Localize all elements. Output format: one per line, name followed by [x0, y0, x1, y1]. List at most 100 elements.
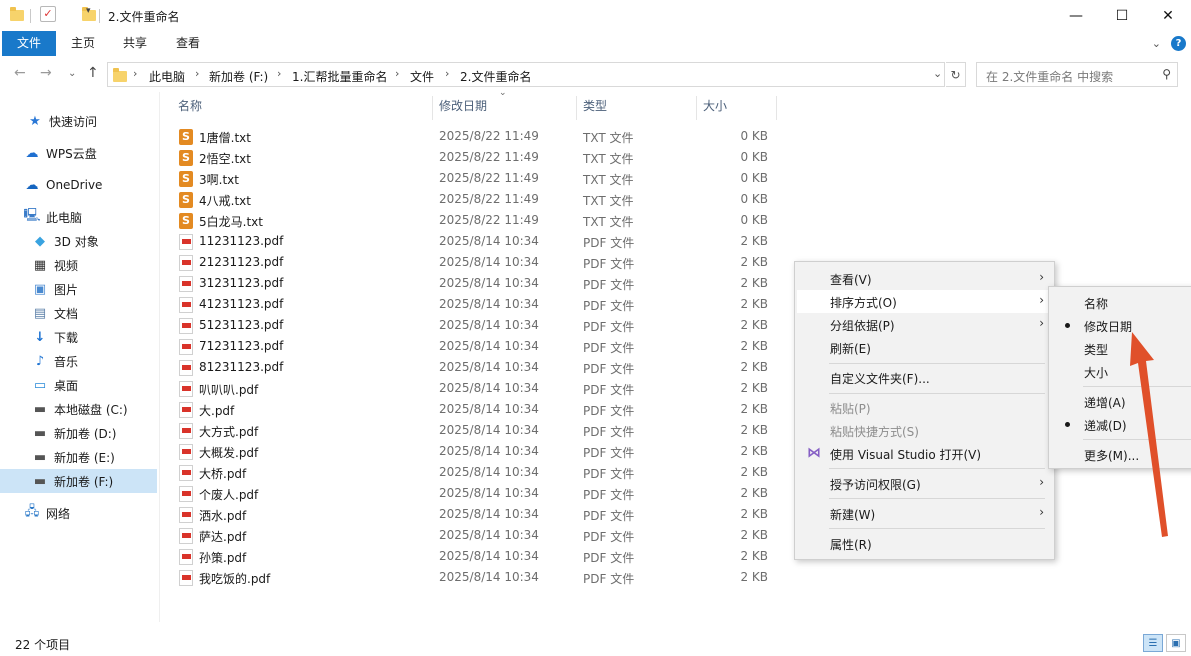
file-row[interactable]: 叭叭叭.pdf 2025/8/14 10:34 PDF 文件 2 KB: [170, 378, 780, 399]
nav-drive-f[interactable]: ▬ 新加卷 (F:): [0, 469, 157, 493]
menu-item-paste[interactable]: 粘贴(P): [797, 396, 1052, 419]
nav-drive-c[interactable]: ▬ 本地磁盘 (C:): [0, 397, 157, 421]
file-row[interactable]: 大概发.pdf 2025/8/14 10:34 PDF 文件 2 KB: [170, 441, 780, 462]
nav-pictures[interactable]: ▣ 图片: [0, 277, 157, 301]
file-type: TXT 文件: [583, 173, 634, 187]
nav-music[interactable]: ♪ 音乐: [0, 349, 157, 373]
nav-wps-cloud[interactable]: ☁ WPS云盘: [0, 141, 157, 165]
file-size: 2 KB: [740, 234, 768, 248]
file-date: 2025/8/14 10:34: [439, 507, 539, 521]
chevron-right-icon[interactable]: ›: [395, 67, 399, 80]
file-row[interactable]: S 4八戒.txt 2025/8/22 11:49 TXT 文件 0 KB: [170, 189, 780, 210]
back-arrow-icon[interactable]: ←: [14, 65, 26, 81]
column-header-name[interactable]: 名称: [178, 96, 202, 120]
file-row[interactable]: 81231123.pdf 2025/8/14 10:34 PDF 文件 2 KB: [170, 357, 780, 378]
pane-divider[interactable]: [159, 92, 160, 622]
refresh-icon[interactable]: ↻: [946, 62, 966, 87]
chevron-right-icon: ›: [1039, 316, 1044, 330]
chevron-right-icon[interactable]: ›: [195, 67, 199, 80]
file-row[interactable]: 个废人.pdf 2025/8/14 10:34 PDF 文件 2 KB: [170, 483, 780, 504]
expand-ribbon-icon[interactable]: ⌄: [1152, 37, 1161, 50]
chevron-right-icon[interactable]: ›: [445, 67, 449, 80]
file-type: PDF 文件: [583, 362, 635, 376]
file-row[interactable]: S 3啊.txt 2025/8/22 11:49 TXT 文件 0 KB: [170, 168, 780, 189]
nav-documents[interactable]: ▤ 文档: [0, 301, 157, 325]
help-button[interactable]: ?: [1171, 36, 1186, 51]
breadcrumb-current[interactable]: 2.文件重命名: [460, 68, 531, 85]
file-row[interactable]: 孙策.pdf 2025/8/14 10:34 PDF 文件 2 KB: [170, 546, 780, 567]
column-divider[interactable]: [576, 96, 577, 120]
file-row[interactable]: 31231123.pdf 2025/8/14 10:34 PDF 文件 2 KB: [170, 273, 780, 294]
nav-downloads[interactable]: ↓ 下载: [0, 325, 157, 349]
nav-drive-e[interactable]: ▬ 新加卷 (E:): [0, 445, 157, 469]
search-box[interactable]: 在 2.文件重命名 中搜索 ⚲: [976, 62, 1178, 87]
breadcrumb-drive-f[interactable]: 新加卷 (F:): [209, 68, 268, 85]
chevron-down-icon[interactable]: ⌄: [933, 67, 942, 80]
menu-item-customize-folder[interactable]: 自定义文件夹(F)...: [797, 366, 1052, 389]
pdf-file-icon: [179, 528, 193, 544]
sort-by-name[interactable]: 名称: [1051, 291, 1191, 314]
file-row[interactable]: 51231123.pdf 2025/8/14 10:34 PDF 文件 2 KB: [170, 315, 780, 336]
tab-share[interactable]: 共享: [112, 31, 158, 56]
nav-videos[interactable]: ▦ 视频: [0, 253, 157, 277]
nav-drive-d[interactable]: ▬ 新加卷 (D:): [0, 421, 157, 445]
menu-item-open-visual-studio[interactable]: ⋈ 使用 Visual Studio 打开(V): [797, 442, 1052, 465]
menu-item-view[interactable]: 查看(V) ›: [797, 267, 1052, 290]
menu-item-properties[interactable]: 属性(R): [797, 532, 1052, 555]
properties-check-icon[interactable]: ✓: [40, 6, 56, 22]
tab-home[interactable]: 主页: [60, 31, 106, 56]
file-size: 2 KB: [740, 528, 768, 542]
chevron-right-icon[interactable]: ›: [133, 67, 137, 80]
nav-quick-access[interactable]: ★ 快速访问: [0, 109, 157, 133]
pdf-file-icon: [179, 423, 193, 439]
minimize-button[interactable]: —: [1053, 0, 1099, 31]
menu-item-paste-shortcut[interactable]: 粘贴快捷方式(S): [797, 419, 1052, 442]
nav-this-pc[interactable]: 🖳 此电脑: [0, 205, 157, 229]
nav-onedrive[interactable]: ☁ OneDrive: [0, 173, 157, 197]
column-divider[interactable]: [696, 96, 697, 120]
nav-desktop[interactable]: ▭ 桌面: [0, 373, 157, 397]
details-view-icon[interactable]: ☰: [1143, 634, 1163, 652]
file-row[interactable]: 大桥.pdf 2025/8/14 10:34 PDF 文件 2 KB: [170, 462, 780, 483]
file-row[interactable]: S 1唐僧.txt 2025/8/22 11:49 TXT 文件 0 KB: [170, 126, 780, 147]
item-count: 22 个项目: [15, 638, 71, 652]
maximize-button[interactable]: ☐: [1099, 0, 1145, 31]
column-header-date[interactable]: 修改日期: [439, 96, 487, 120]
chevron-right-icon[interactable]: ›: [277, 67, 281, 80]
address-bar[interactable]: › 此电脑 › 新加卷 (F:) › 1.汇帮批量重命名 › 文件 › 2.文件…: [107, 62, 945, 87]
menu-item-grant-access[interactable]: 授予访问权限(G) ›: [797, 472, 1052, 495]
tab-view[interactable]: 查看: [165, 31, 211, 56]
menu-item-refresh[interactable]: 刷新(E): [797, 336, 1052, 359]
file-row[interactable]: 41231123.pdf 2025/8/14 10:34 PDF 文件 2 KB: [170, 294, 780, 315]
column-header-size[interactable]: 大小: [703, 96, 727, 120]
file-row[interactable]: 大方式.pdf 2025/8/14 10:34 PDF 文件 2 KB: [170, 420, 780, 441]
breadcrumb-this-pc[interactable]: 此电脑: [149, 68, 185, 85]
menu-item-group-by[interactable]: 分组依据(P) ›: [797, 313, 1052, 336]
large-icons-view-icon[interactable]: ▣: [1166, 634, 1186, 652]
close-button[interactable]: ✕: [1145, 0, 1191, 31]
file-row[interactable]: S 2悟空.txt 2025/8/22 11:49 TXT 文件 0 KB: [170, 147, 780, 168]
selected-bullet-icon: [1065, 323, 1070, 328]
menu-item-sort-by[interactable]: 排序方式(O) ›: [797, 290, 1052, 313]
nav-3d-objects[interactable]: ◆ 3D 对象: [0, 229, 157, 253]
customize-quick-access-icon[interactable]: ▾: [86, 6, 91, 24]
file-row[interactable]: 11231123.pdf 2025/8/14 10:34 PDF 文件 2 KB: [170, 231, 780, 252]
column-header-type[interactable]: 类型: [583, 96, 607, 120]
file-row[interactable]: 洒水.pdf 2025/8/14 10:34 PDF 文件 2 KB: [170, 504, 780, 525]
breadcrumb-files[interactable]: 文件: [410, 68, 434, 85]
forward-arrow-icon[interactable]: →: [40, 65, 52, 81]
file-row[interactable]: 我吃饭的.pdf 2025/8/14 10:34 PDF 文件 2 KB: [170, 567, 780, 588]
column-divider[interactable]: [776, 96, 777, 120]
file-row[interactable]: 大.pdf 2025/8/14 10:34 PDF 文件 2 KB: [170, 399, 780, 420]
menu-item-new[interactable]: 新建(W) ›: [797, 502, 1052, 525]
nav-network[interactable]: 🖧 网络: [0, 501, 157, 525]
column-divider[interactable]: [432, 96, 433, 120]
up-arrow-icon[interactable]: ↑: [87, 65, 99, 81]
file-row[interactable]: 71231123.pdf 2025/8/14 10:34 PDF 文件 2 KB: [170, 336, 780, 357]
file-row[interactable]: 21231123.pdf 2025/8/14 10:34 PDF 文件 2 KB: [170, 252, 780, 273]
recent-locations-icon[interactable]: ⌄: [68, 68, 76, 79]
file-row[interactable]: 萨达.pdf 2025/8/14 10:34 PDF 文件 2 KB: [170, 525, 780, 546]
tab-file[interactable]: 文件: [2, 31, 56, 56]
file-row[interactable]: S 5白龙马.txt 2025/8/22 11:49 TXT 文件 0 KB: [170, 210, 780, 231]
breadcrumb-huibang[interactable]: 1.汇帮批量重命名: [292, 68, 387, 85]
